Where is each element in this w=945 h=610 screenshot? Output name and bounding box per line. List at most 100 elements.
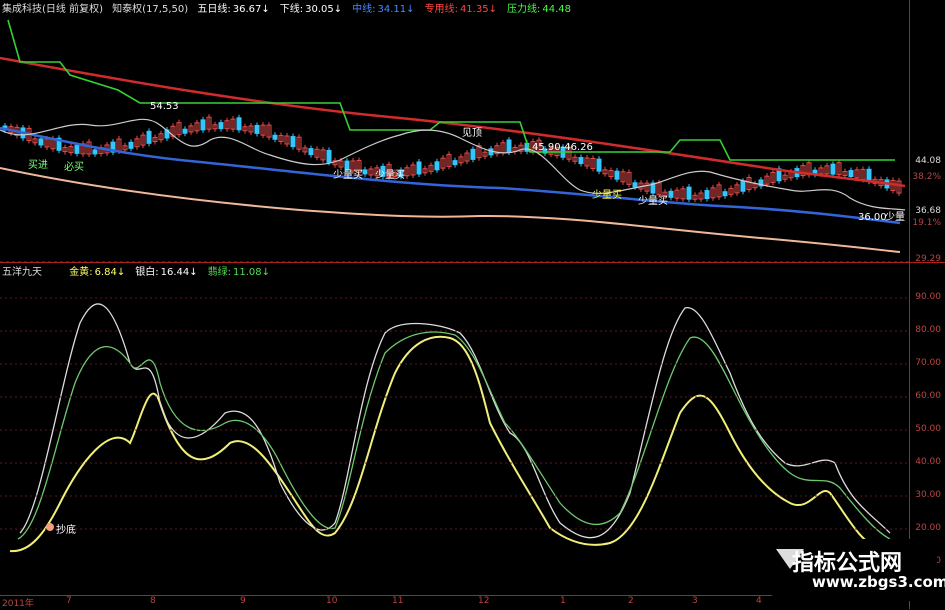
candle-body [740, 180, 746, 192]
candle-body [74, 144, 80, 154]
header-label: 专用线 [424, 4, 455, 15]
price-axis: 44.08 38.2% 36.68 19.1% 29.29 [909, 0, 945, 264]
candle-body [470, 148, 476, 160]
candle-body [218, 122, 224, 130]
indicator-tick: 80.00 [915, 325, 941, 335]
x-tick: 3 [692, 596, 698, 606]
x-tick: 11 [392, 596, 404, 606]
bottom-signal-dot [46, 523, 54, 531]
candle-body [686, 186, 692, 200]
candle-body [236, 117, 242, 131]
candle-body [632, 182, 638, 188]
price-panel[interactable]: 集成科技(日线 前复权) 知泰权(17,5,50) 五日线: 36.67↓ 下线: 3… [0, 0, 941, 264]
x-tick: 2 [628, 596, 634, 606]
header-value: 36.67 [232, 4, 262, 15]
indicator-tick: 90.00 [915, 292, 941, 302]
header-value: 44.48 [542, 4, 571, 15]
candle-body [830, 163, 836, 175]
indicator-name: 知泰权(17,5,50) [112, 4, 189, 15]
candle-body [290, 136, 296, 148]
candle-body [434, 161, 440, 171]
header-colon: : [227, 4, 231, 15]
candle-body [308, 148, 314, 156]
price-header: 集成科技(日线 前复权) 知泰权(17,5,50) 五日线: 36.67↓ 下线: 3… [2, 2, 587, 18]
annotation-must-buy: 必买 [64, 162, 84, 173]
header-item: 中线: 34.11↓ [352, 4, 418, 15]
candle-body [146, 130, 152, 144]
indicator-tick: 70.00 [915, 358, 941, 368]
header-arrow: ↓ [488, 4, 497, 15]
header-colon: : [454, 4, 458, 15]
candle-body [128, 141, 134, 149]
indicator-tick: 40.00 [915, 457, 941, 467]
x-tick: 10 [326, 596, 338, 606]
header-colon: : [536, 4, 541, 15]
x-tick: 2011年 [2, 599, 34, 609]
header-item: 专用线: 41.35↓ [425, 4, 501, 15]
header-value: 34.11 [377, 4, 407, 15]
candle-body [578, 157, 584, 165]
header-colon: : [372, 4, 376, 15]
security-title: 集成科技(日线 前复权) [2, 4, 103, 15]
header-item: 下线: 30.05↓ [280, 4, 346, 15]
candle-body [704, 190, 710, 200]
header-label: 压力线 [506, 4, 537, 15]
annotation-small-buy-2: 少量买 [375, 170, 405, 181]
axis-border [909, 0, 910, 609]
x-tick: 12 [478, 596, 490, 606]
indicator-tick: 60.00 [915, 391, 941, 401]
price-tick: 36.68 [915, 206, 941, 216]
price-tick: 44.08 [915, 156, 941, 166]
candle-body [596, 158, 602, 172]
annotation-range: 45.90-46.26 [532, 142, 593, 153]
candle-body [668, 190, 674, 198]
indicator-tick: 20.00 [915, 523, 941, 533]
candle-body [326, 149, 332, 163]
price-tick: 19.1% [912, 218, 941, 228]
candle-body [200, 119, 206, 131]
x-tick: 7 [66, 596, 72, 606]
bottom-annotation: 抄底 [56, 525, 76, 536]
candle-body [848, 170, 854, 178]
candle-body [272, 134, 278, 140]
candle-body [182, 128, 188, 134]
candle-body [506, 139, 512, 153]
header-colon: : [299, 4, 304, 15]
annotation-small-buy-1: 少量买 [333, 170, 363, 181]
annotation-top: 见顶 [462, 128, 482, 139]
header-label: 下线 [279, 4, 300, 15]
header-label: 五日线 [197, 4, 228, 15]
header-item: 压力线: 44.48 [507, 4, 575, 15]
x-tick: 1 [560, 596, 566, 606]
candle-body [362, 169, 368, 175]
indicator-tick: 30.00 [915, 490, 941, 500]
annotation-high-price: 54.53 [150, 101, 179, 112]
x-tick: 9 [240, 596, 246, 606]
jade-line [17, 331, 891, 540]
header-arrow: ↓ [406, 4, 415, 15]
x-tick: 8 [150, 596, 156, 606]
annotation-low-price: 36.00 [858, 212, 887, 223]
candle-body [452, 160, 458, 166]
header-item: 五日线: 36.67↓ [197, 4, 273, 15]
header-value: 41.35 [459, 4, 489, 15]
candle-body [38, 138, 44, 146]
header-label: 中线 [352, 4, 373, 15]
candle-body [866, 168, 872, 182]
watermark-url: www.zbgs3.com [812, 573, 945, 591]
candle-body [92, 149, 98, 155]
annotation-small-5: 少量 [885, 212, 905, 223]
header-value: 30.05 [305, 4, 334, 15]
price-chart [0, 19, 909, 262]
header-arrow: ↓ [333, 4, 343, 15]
candle-body [722, 191, 728, 197]
indicator-tick: 50.00 [915, 424, 941, 434]
annotation-buy-in: 买进 [28, 160, 48, 171]
annotation-small-buy-3: 少量买 [592, 190, 622, 201]
x-tick: 4 [756, 596, 762, 606]
annotation-small-buy-4: 少量买 [638, 196, 668, 207]
candle-body [416, 161, 422, 175]
header-arrow: ↓ [261, 4, 270, 15]
candle-body [614, 170, 620, 180]
candle-body [254, 124, 260, 134]
